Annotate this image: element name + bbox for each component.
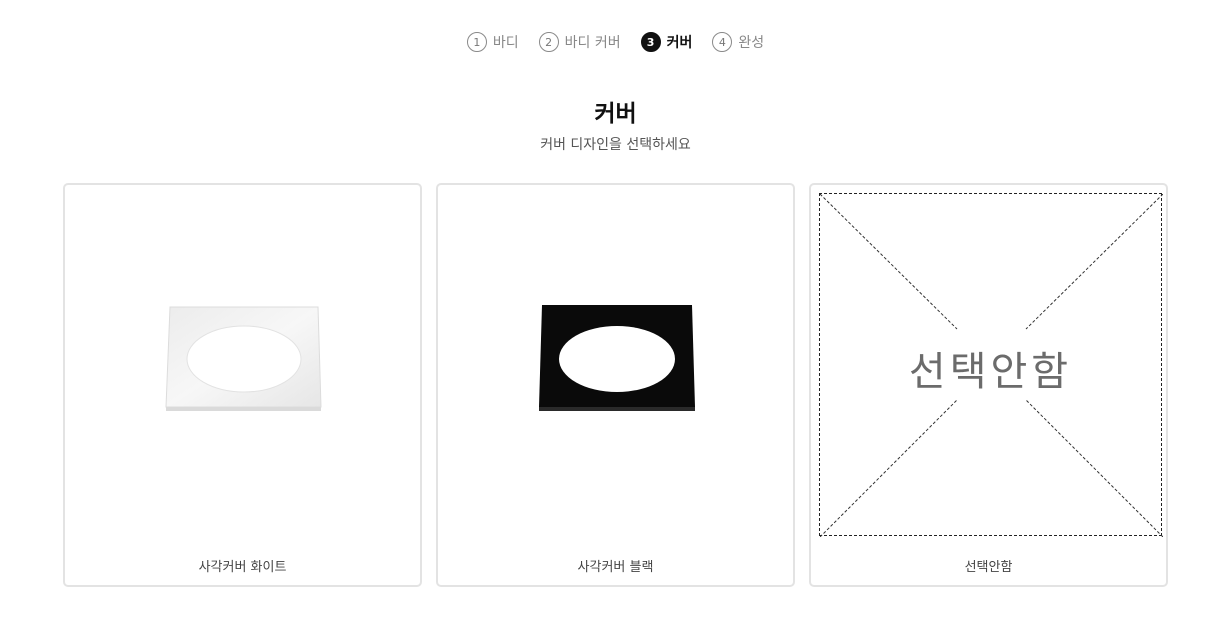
none-placeholder: 선택안함 — [819, 193, 1163, 537]
step-number: 3 — [640, 32, 661, 52]
page-subtitle: 커버 디자인을 선택하세요 — [540, 137, 691, 153]
page: 1 바디 2 바디 커버 3 커버 4 완성 커버 커버 디자인을 선택하세요 — [0, 0, 1231, 640]
step-number: 2 — [538, 32, 559, 52]
option-card-square-white[interactable]: 사각커버 화이트 — [63, 183, 422, 587]
option-card-none[interactable]: 선택안함 선택안함 — [809, 183, 1168, 587]
option-caption: 사각커버 화이트 — [198, 560, 287, 575]
step-body[interactable]: 1 바디 — [466, 32, 519, 52]
option-card-square-black[interactable]: 사각커버 블랙 — [436, 183, 795, 587]
option-caption: 선택안함 — [964, 560, 1013, 575]
option-caption: 사각커버 블랙 — [577, 560, 654, 575]
step-complete[interactable]: 4 완성 — [712, 32, 764, 52]
step-body-cover[interactable]: 2 바디 커버 — [538, 32, 621, 52]
none-placeholder-label: 선택안함 — [908, 349, 1073, 395]
step-label: 커버 — [666, 35, 693, 51]
step-label: 바디 커버 — [564, 35, 621, 51]
square-cover-white-image — [165, 306, 322, 411]
cover-options: 사각커버 화이트 사각커버 블랙 선택안함 선택안함 — [63, 183, 1169, 588]
square-cover-black-image — [539, 305, 695, 411]
step-number: 4 — [712, 32, 733, 52]
step-number: 1 — [466, 32, 487, 52]
step-cover[interactable]: 3 커버 — [640, 32, 693, 52]
step-indicator: 1 바디 2 바디 커버 3 커버 4 완성 — [0, 32, 1231, 52]
step-label: 완성 — [738, 35, 765, 51]
step-label: 바디 — [492, 35, 519, 51]
page-title: 커버 — [594, 101, 637, 127]
